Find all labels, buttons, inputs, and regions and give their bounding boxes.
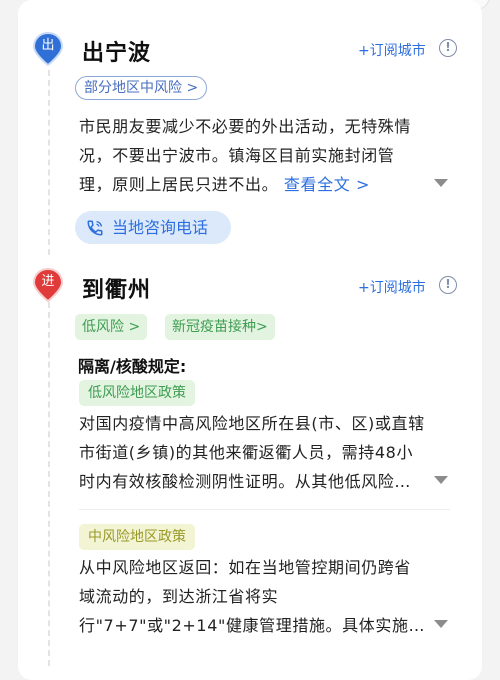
policy-line: 对国内疫情中高风险地区所在县(市、区)或直辖 <box>79 414 425 433</box>
quarantine-rules-heading: 隔离/核酸规定: <box>78 357 187 376</box>
expand-caret-icon[interactable] <box>434 476 448 484</box>
departure-badge-label: 出 <box>41 38 55 53</box>
arrival-badge-icon: 进 <box>33 268 63 302</box>
risk-level-tag[interactable]: 部分地区中风险 > <box>75 76 208 100</box>
timeline-rail <box>48 70 50 255</box>
subscribe-city-button[interactable]: +订阅城市 <box>358 40 426 60</box>
departure-city-title: 出宁波 <box>82 41 152 66</box>
arrival-badge-label: 进 <box>41 274 55 289</box>
phone-icon <box>87 220 103 236</box>
notice-line-text: 理，原则上居民只进不出。 <box>79 175 279 194</box>
policy-line: 行"7+7"或"2+14"健康管理措施。具体实施… <box>79 616 426 635</box>
policy-line: 时内有效核酸检测阴性证明。从其他低风险… <box>79 472 412 491</box>
view-full-text-link[interactable]: 查看全文 > <box>284 175 370 194</box>
expand-caret-icon[interactable] <box>434 620 448 628</box>
medium-risk-policy-text: 从中风险地区返回：如在当地管控期间仍跨省 域流动的，到达浙江省将实 行"7+7"… <box>79 553 439 640</box>
notice-line: 市民朋友要减少不必要的外出活动，无特殊情 <box>79 117 412 136</box>
policy-line: 域流动的，到达浙江省将实 <box>79 587 279 606</box>
subscribe-city-button[interactable]: +订阅城市 <box>358 277 426 297</box>
departure-badge-icon: 出 <box>33 32 63 66</box>
vaccination-tag[interactable]: 新冠疫苗接种> <box>165 314 275 340</box>
local-hotline-label: 当地咨询电话 <box>112 218 209 237</box>
low-risk-tag[interactable]: 低风险 > <box>75 314 148 340</box>
local-hotline-button[interactable]: 当地咨询电话 <box>75 211 231 244</box>
policy-line: 从中风险地区返回：如在当地管控期间仍跨省 <box>79 558 412 577</box>
departure-notice-text: 市民朋友要减少不必要的外出活动，无特殊情 况，不要出宁波市。镇海区目前实施封闭管… <box>79 112 439 199</box>
info-icon[interactable]: ! <box>439 276 457 294</box>
divider <box>79 509 450 510</box>
low-risk-policy-label: 低风险地区政策 <box>79 380 195 406</box>
low-risk-policy-text: 对国内疫情中高风险地区所在县(市、区)或直辖 市街道(乡镇)的其他来衢返衢人员，… <box>79 409 439 496</box>
arrival-city-title: 到衢州 <box>82 278 152 303</box>
policy-line: 市街道(乡镇)的其他来衢返衢人员，需持48小 <box>79 443 414 462</box>
notice-line: 况，不要出宁波市。镇海区目前实施封闭管 <box>79 146 395 165</box>
expand-caret-icon[interactable] <box>434 179 448 187</box>
info-icon[interactable]: ! <box>439 39 457 57</box>
timeline-rail <box>48 302 50 666</box>
notice-line-last: 理，原则上居民只进不出。 查看全文 > <box>79 170 439 199</box>
medium-risk-policy-label: 中风险地区政策 <box>79 524 195 550</box>
